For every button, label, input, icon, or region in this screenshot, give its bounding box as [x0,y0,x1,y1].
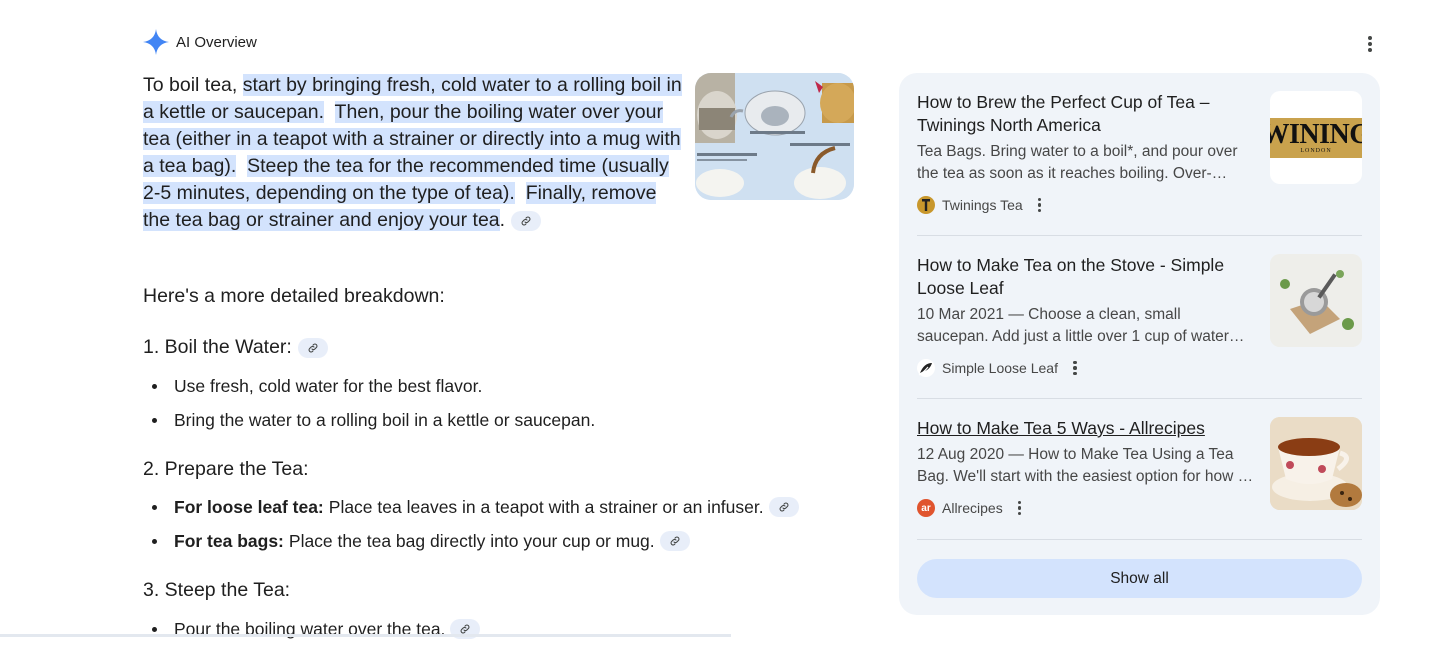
step-3-title: 3. Steep the Tea: [143,579,290,602]
more-vert-icon[interactable] [1035,197,1045,213]
source-name: Simple Loose Leaf [942,360,1058,376]
link-icon [670,536,680,546]
list-item-text: Bring the water to a rolling boil in a k… [174,409,596,430]
twinings-thumbnail[interactable]: WINING LONDON [1270,91,1362,184]
teapot-illustration [695,73,854,200]
link-icon [779,502,789,512]
link-icon [521,216,530,226]
allrecipes-favicon-icon: ar [917,499,935,517]
list-item: For loose leaf tea: Place tea leaves in … [143,490,799,524]
logo-subtext: LONDON [1300,147,1332,154]
more-vert-icon[interactable] [1359,33,1381,55]
ai-overview-header: AI Overview [143,28,257,56]
source-link-chip[interactable] [297,337,328,358]
link-icon [308,343,318,352]
source-snippet: Tea Bags. Bring water to a boil*, and po… [917,143,1238,182]
source-snippet: 12 Aug 2020 — How to Make Tea Using a Te… [917,446,1251,485]
source-link-chip[interactable] [510,210,541,231]
divider [917,539,1362,540]
saucepan-illustration [1270,254,1362,347]
twinings-logo: WINING LONDON [1270,117,1362,158]
list-item-text: Place the tea bag directly into your cup… [288,530,655,551]
more-vert-icon[interactable] [1015,500,1025,516]
step-1-list: Use fresh, cold water for the best flavo… [143,369,595,437]
source-card[interactable]: How to Make Tea on the Stove - Simple Lo… [917,254,1362,378]
step-3-list: Pour the boiling water over the tea. [143,612,481,646]
overview-summary: To boil tea, start by bringing fresh, co… [143,72,688,234]
step-2-title: 2. Prepare the Tea: [143,458,309,481]
ai-overview-title: AI Overview [176,33,257,51]
breakdown-intro: Here's a more detailed breakdown: [143,285,445,307]
step-title-text: 3. Steep the Tea: [143,579,291,601]
teacup-illustration [1270,417,1362,510]
source-title[interactable]: How to Make Tea on the Stove - Simple Lo… [917,254,1247,300]
source-link-chip[interactable] [768,497,799,517]
list-item-text: Use fresh, cold water for the best flavo… [174,375,483,396]
summary-lead: To boil tea, [143,74,243,96]
source-site: Simple Loose Leaf [917,358,1362,378]
source-snippet: 10 Mar 2021 — Choose a clean, small sauc… [917,306,1229,345]
overview-body: To boil tea, start by bringing fresh, co… [143,72,703,234]
step-title-text: 1. Boil the Water: [143,336,292,358]
gemini-sparkle-icon [143,29,169,55]
more-vert-icon[interactable] [1070,360,1080,376]
list-item: For tea bags: Place the tea bag directly… [143,524,799,558]
source-card[interactable]: How to Brew the Perfect Cup of Tea – Twi… [917,91,1362,215]
source-name: Allrecipes [942,500,1003,516]
step-2-list: For loose leaf tea: Place tea leaves in … [143,490,799,558]
step-1-title: 1. Boil the Water: [143,336,328,359]
sources-panel: How to Brew the Perfect Cup of Tea – Twi… [899,73,1380,615]
summary-period: . [499,209,506,231]
step-title-text: 2. Prepare the Tea: [143,458,309,480]
leaf-favicon-icon [917,359,935,377]
show-all-button[interactable]: Show all [917,559,1362,598]
source-site: Twinings Tea [917,195,1362,215]
twinings-favicon-icon [917,196,935,214]
list-item-label: For loose leaf tea: [174,496,324,517]
list-item: Bring the water to a rolling boil in a k… [143,403,595,437]
source-name: Twinings Tea [942,197,1023,213]
teacup-thumbnail[interactable] [1270,417,1362,510]
source-link-chip[interactable] [659,531,690,551]
list-item: Pour the boiling water over the tea. [143,612,481,646]
source-title[interactable]: How to Brew the Perfect Cup of Tea – Twi… [917,91,1247,137]
saucepan-thumbnail[interactable] [1270,254,1362,347]
list-item-text: Place tea leaves in a teapot with a stra… [328,496,764,517]
list-item: Use fresh, cold water for the best flavo… [143,369,595,403]
list-item-label: For tea bags: [174,530,284,551]
divider [917,398,1362,399]
logo-text: WINING [1270,118,1362,150]
source-card[interactable]: How to Make Tea 5 Ways - Allrecipes 12 A… [917,417,1362,518]
tea-guide-thumbnail[interactable] [695,73,854,200]
divider [917,235,1362,236]
source-title[interactable]: How to Make Tea 5 Ways - Allrecipes [917,417,1247,440]
